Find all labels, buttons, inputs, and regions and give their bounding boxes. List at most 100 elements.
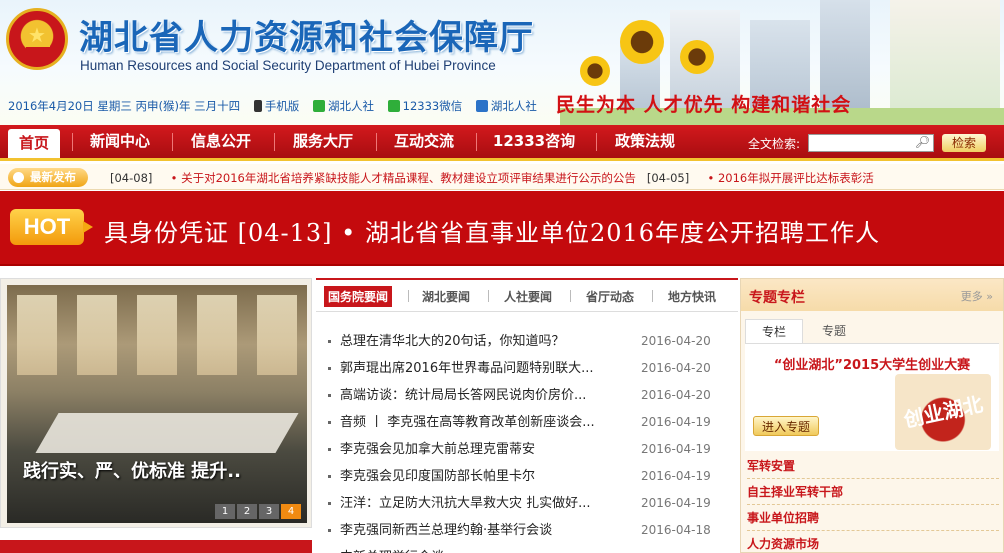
slider-caption[interactable]: 践行实、严、优标准 提升.. bbox=[23, 457, 241, 483]
news-item[interactable]: 李克强同新西兰总理约翰·基举行会谈 2016-04-18 bbox=[326, 517, 726, 544]
topics-more-link[interactable]: 更多 » bbox=[961, 288, 993, 304]
news-item[interactable]: 中新总理举行会谈 bbox=[326, 544, 726, 553]
hot-marquee-text[interactable]: 具身份凭证 [04-13] • 湖北省省直事业单位2016年度公开招聘工作人 bbox=[104, 213, 880, 248]
wechat-hubei-link[interactable]: 湖北人社 bbox=[312, 99, 374, 113]
wechat-icon bbox=[312, 100, 325, 112]
news-item[interactable]: 李克强会见印度国防部长帕里卡尔 2016-04-19 bbox=[326, 463, 726, 490]
news-title[interactable]: 郭声琨出席2016年世界毒品问题特别联大... bbox=[340, 355, 626, 382]
search-icon[interactable]: 🔎︎ bbox=[915, 135, 930, 149]
ticker-content: [04-08] • 关于对2016年湖北省培养紧缺技能人才精品课程、教材建设立项… bbox=[110, 170, 874, 186]
current-date: 2016年4月20日 星期三 丙申(猴)年 三月十四 bbox=[8, 99, 241, 113]
news-item[interactable]: 李克强会见加拿大前总理克雷蒂安 2016-04-19 bbox=[326, 436, 726, 463]
news-item[interactable]: 音频 丨 李克强在高等教育改革创新座谈会... 2016-04-19 bbox=[326, 409, 726, 436]
tab-state-council-news[interactable]: 国务院要闻 bbox=[324, 286, 393, 307]
nav-divider bbox=[376, 133, 377, 151]
more-label[interactable]: 更多 bbox=[961, 290, 983, 303]
slider-pager: 1234 bbox=[213, 503, 301, 519]
topic-feature-title[interactable]: “创业湖北”2015大学生创业大赛 bbox=[745, 354, 999, 373]
topic-links: 军转安置 自主择业军转干部 事业单位招聘 人力资源市场 bbox=[747, 453, 999, 553]
nav-divider bbox=[274, 133, 275, 151]
enter-topic-button[interactable]: 进入专题 bbox=[753, 416, 819, 436]
news-item[interactable]: 汪洋：立足防大汛抗大旱救大灾 扎实做好... 2016-04-19 bbox=[326, 490, 726, 517]
news-title[interactable]: 音频 丨 李克强在高等教育改革创新座谈会... bbox=[340, 409, 626, 436]
weibo-link[interactable]: 湖北人社 bbox=[475, 99, 537, 113]
slider-page-button-active[interactable]: 4 bbox=[281, 504, 301, 519]
tab-special[interactable]: 专题 bbox=[805, 319, 863, 343]
topic-link-hr-market[interactable]: 人力资源市场 bbox=[747, 531, 999, 553]
topic-image-text: 创业湖北 bbox=[901, 391, 985, 433]
tab-hrss-news[interactable]: 人社要闻 bbox=[504, 288, 552, 305]
wechat-12333-link[interactable]: 12333微信 bbox=[387, 99, 462, 113]
nav-12333-consult[interactable]: 12333咨询 bbox=[482, 125, 586, 158]
national-emblem-icon: ★ bbox=[6, 8, 68, 70]
topic-feature: “创业湖北”2015大学生创业大赛 创业湖北 进入专题 bbox=[745, 343, 999, 451]
topic-link-military-resettlement[interactable]: 军转安置 bbox=[747, 453, 999, 479]
topic-feature-image[interactable]: 创业湖北 bbox=[895, 374, 991, 450]
tab-hubei-news[interactable]: 湖北要闻 bbox=[422, 288, 470, 305]
news-date: 2016-04-20 bbox=[641, 388, 711, 402]
news-item[interactable]: 总理在清华北大的20句话，你知道吗？ 2016-04-20 bbox=[326, 328, 726, 355]
news-date: 2016-04-19 bbox=[641, 442, 711, 456]
news-title[interactable]: 李克强同新西兰总理约翰·基举行会谈 bbox=[340, 517, 626, 544]
news-date: 2016-04-19 bbox=[641, 496, 711, 510]
topics-header: 专题专栏 更多 » bbox=[741, 279, 1003, 311]
nav-policy[interactable]: 政策法规 bbox=[602, 125, 688, 158]
topic-link-self-employed-cadres[interactable]: 自主择业军转干部 bbox=[747, 479, 999, 505]
search-button[interactable]: 检索 bbox=[942, 134, 986, 152]
news-date: 2016-04-20 bbox=[641, 361, 711, 375]
nav-news-center[interactable]: 新闻中心 bbox=[78, 125, 162, 158]
slider-page-button[interactable]: 1 bbox=[215, 504, 235, 519]
news-title[interactable]: 中新总理举行会谈 bbox=[340, 544, 626, 553]
nav-info-disclosure[interactable]: 信息公开 bbox=[178, 125, 264, 158]
tab-column[interactable]: 专栏 bbox=[745, 319, 803, 343]
news-item[interactable]: 高端访谈：统计局局长答网民说肉价房价... 2016-04-20 bbox=[326, 382, 726, 409]
tab-department-news[interactable]: 省厅动态 bbox=[586, 288, 634, 305]
news-date: 2016-04-19 bbox=[641, 415, 711, 429]
news-item[interactable]: 郭声琨出席2016年世界毒品问题特别联大... 2016-04-20 bbox=[326, 355, 726, 382]
news-date: 2016-04-18 bbox=[641, 523, 711, 537]
site-title-english: Human Resources and Social Security Depa… bbox=[80, 58, 496, 73]
news-list: 总理在清华北大的20句话，你知道吗？ 2016-04-20 郭声琨出席2016年世… bbox=[326, 328, 726, 553]
news-panel: 国务院要闻 湖北要闻 人社要闻 省厅动态 地方快讯 总理在清华北大的20句话，你… bbox=[316, 278, 738, 553]
search-input[interactable]: 🔎︎ bbox=[808, 134, 934, 152]
ticker-date: [04-08] bbox=[110, 171, 153, 185]
section-strip bbox=[0, 540, 312, 553]
search-label: 全文检索: bbox=[748, 137, 801, 151]
nav-service-hall[interactable]: 服务大厅 bbox=[280, 125, 366, 158]
news-date: 2016-04-20 bbox=[641, 334, 711, 348]
news-title[interactable]: 汪洋：立足防大汛抗大旱救大灾 扎实做好... bbox=[340, 490, 626, 517]
news-tabs: 国务院要闻 湖北要闻 人社要闻 省厅动态 地方快讯 bbox=[316, 280, 738, 312]
site-title[interactable]: 湖北省人力资源和社会保障厅 bbox=[79, 10, 534, 59]
slider-page-button[interactable]: 2 bbox=[237, 504, 257, 519]
tab-local-news[interactable]: 地方快讯 bbox=[668, 288, 716, 305]
nav-divider bbox=[72, 133, 73, 151]
nav-interaction[interactable]: 互动交流 bbox=[382, 125, 466, 158]
wechat-icon bbox=[387, 100, 400, 112]
latest-badge: 最新发布 bbox=[8, 168, 88, 187]
ticker-date: [04-05] bbox=[646, 171, 690, 185]
hot-banner: HOT 具身份凭证 [04-13] • 湖北省省直事业单位2016年度公开招聘工… bbox=[0, 191, 1004, 266]
ticker-link[interactable]: • 关于对2016年湖北省培养紧缺技能人才精品课程、教材建设立项评审结果进行公示… bbox=[171, 171, 636, 185]
nav-divider bbox=[476, 133, 477, 151]
photo-slider: 践行实、严、优标准 提升.. 1234 bbox=[0, 278, 312, 528]
mobile-link[interactable]: 手机版 bbox=[253, 99, 299, 113]
double-chevron-right-icon: » bbox=[986, 290, 993, 303]
topic-link-public-recruitment[interactable]: 事业单位招聘 bbox=[747, 505, 999, 531]
topics-title: 专题专栏 bbox=[749, 290, 805, 306]
hot-badge: HOT bbox=[10, 209, 93, 245]
ticker-link[interactable]: • 2016年拟开展评比达标表彰活 bbox=[708, 171, 874, 185]
main-nav: 首页 新闻中心 信息公开 服务大厅 互动交流 12333咨询 政策法规 全文检索… bbox=[0, 125, 1004, 161]
news-title[interactable]: 李克强会见印度国防部长帕里卡尔 bbox=[340, 463, 626, 490]
header-slogan: 民生为本 人才优先 构建和谐社会 bbox=[556, 94, 852, 116]
site-header: ★ 湖北省人力资源和社会保障厅 Human Resources and Soci… bbox=[0, 0, 1004, 125]
nav-divider bbox=[596, 133, 597, 151]
slider-page-button[interactable]: 3 bbox=[259, 504, 279, 519]
news-title[interactable]: 高端访谈：统计局局长答网民说肉价房价... bbox=[340, 382, 626, 409]
header-meta: 2016年4月20日 星期三 丙申(猴)年 三月十四 手机版 湖北人社 1233… bbox=[8, 98, 547, 114]
news-title[interactable]: 李克强会见加拿大前总理克雷蒂安 bbox=[340, 436, 626, 463]
weibo-icon bbox=[475, 100, 488, 112]
nav-divider bbox=[172, 133, 173, 151]
news-title[interactable]: 总理在清华北大的20句话，你知道吗？ bbox=[340, 328, 626, 355]
slider-image[interactable]: 践行实、严、优标准 提升.. 1234 bbox=[7, 285, 307, 523]
nav-home[interactable]: 首页 bbox=[8, 129, 60, 158]
